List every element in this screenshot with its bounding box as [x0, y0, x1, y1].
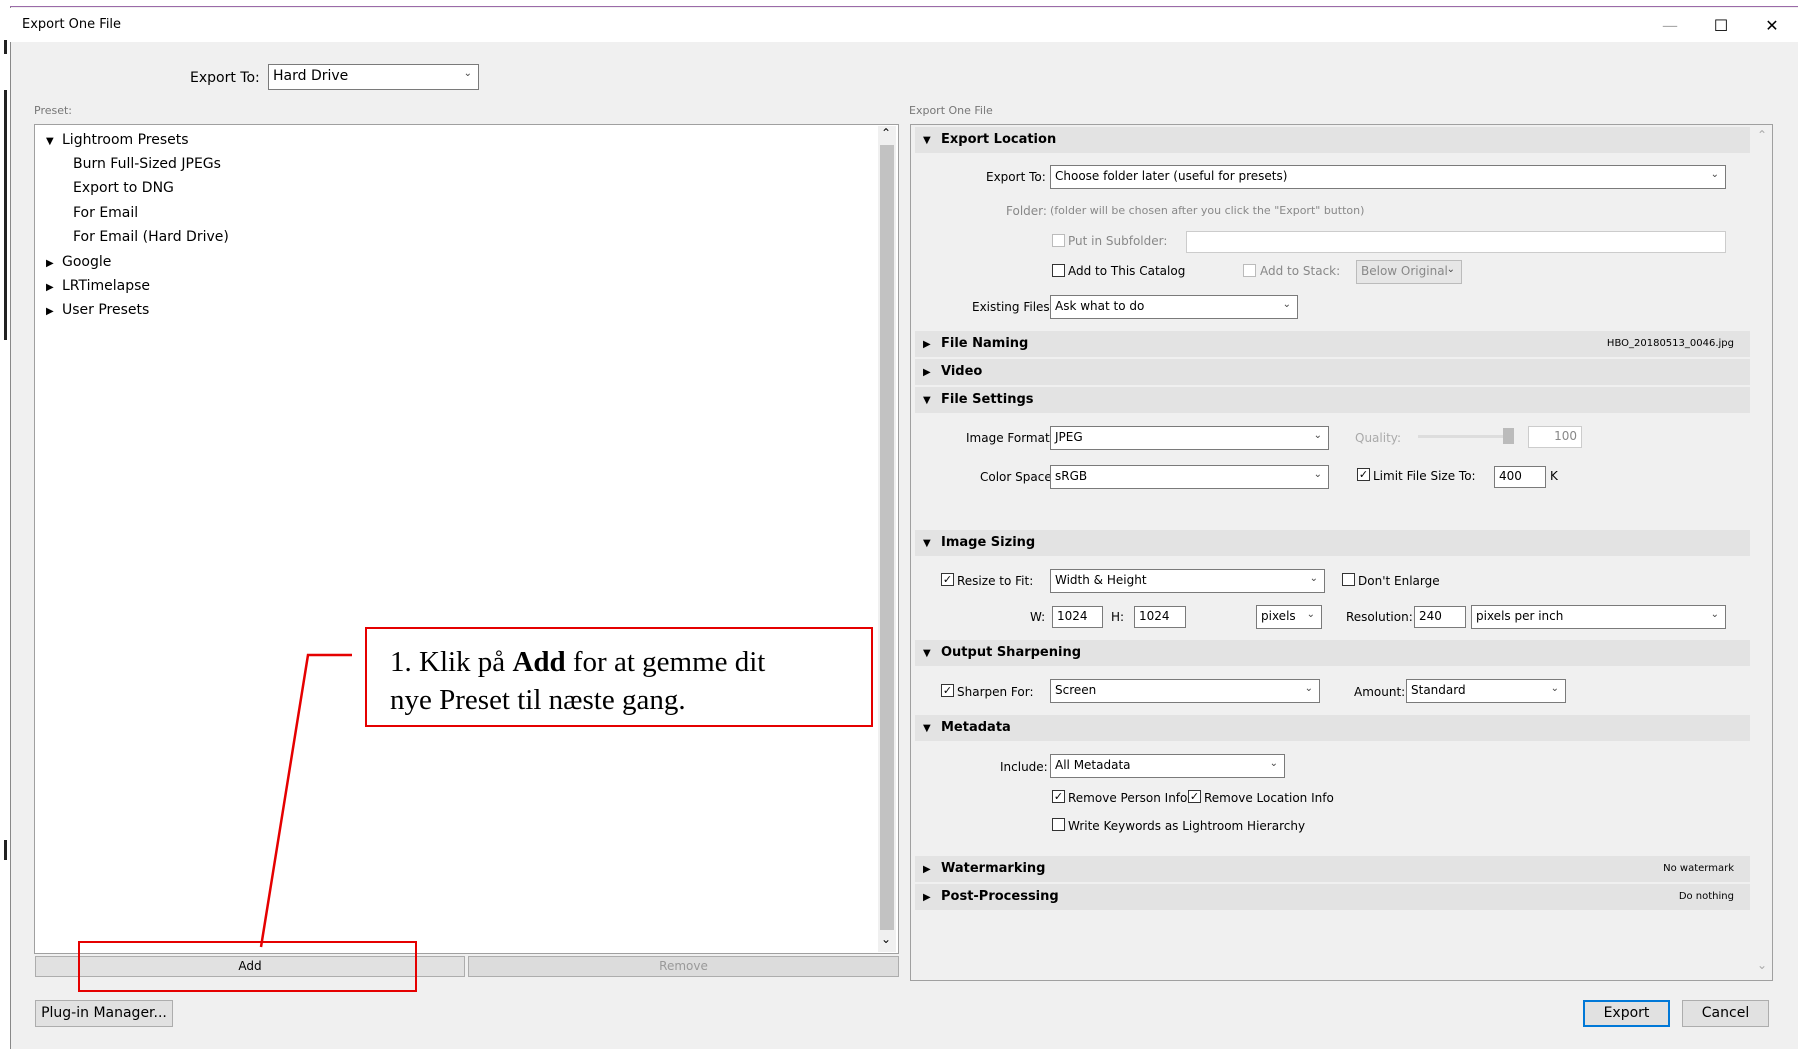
annotation-connector — [259, 653, 352, 948]
